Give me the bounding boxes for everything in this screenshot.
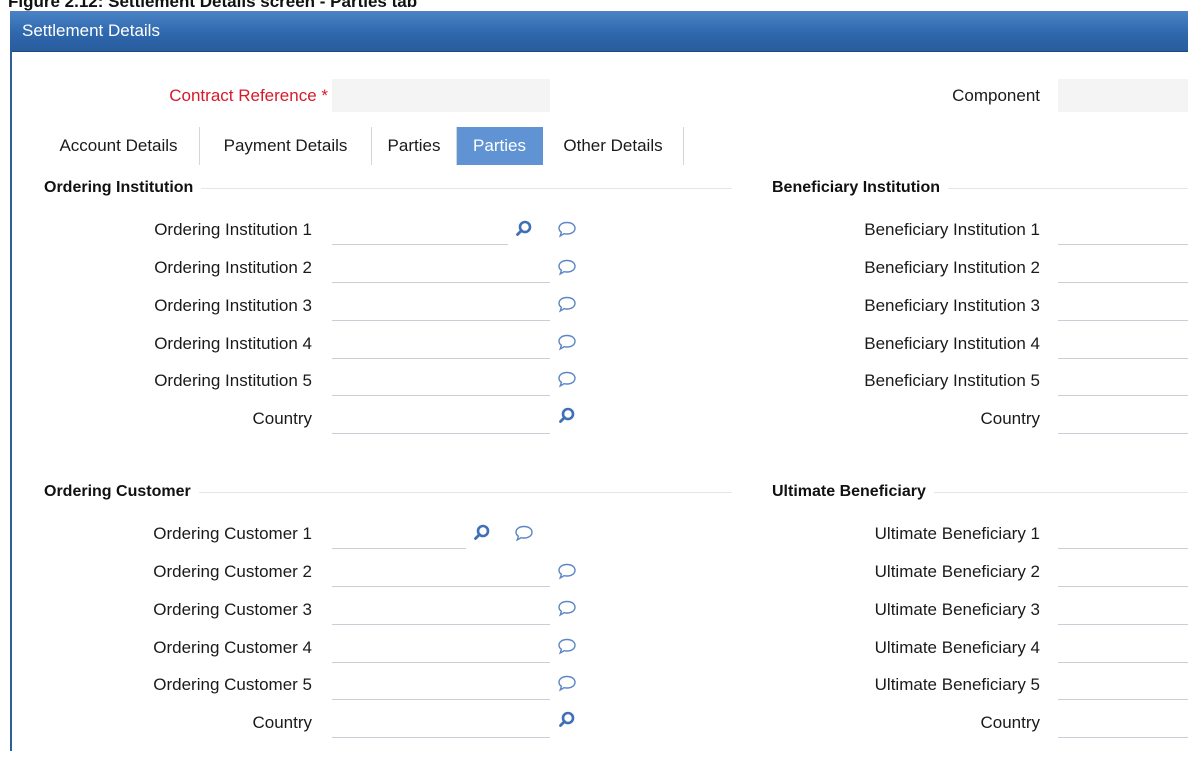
ordering-customer-4-label: Ordering Customer 4	[153, 638, 312, 657]
tab-parties-1[interactable]: Parties	[372, 127, 457, 165]
ultimate-beneficiary-country-label: Country	[980, 713, 1040, 732]
speech-bubble-icon[interactable]	[557, 332, 577, 352]
speech-bubble-icon[interactable]	[557, 257, 577, 277]
ordering-institution-4-input[interactable]	[332, 332, 550, 359]
speech-bubble-icon[interactable]	[557, 219, 577, 239]
ultimate-beneficiary-2-label: Ultimate Beneficiary 2	[874, 562, 1040, 581]
speech-bubble-icon[interactable]	[514, 523, 534, 543]
search-icon[interactable]	[472, 523, 492, 543]
contract-reference-input[interactable]	[332, 79, 550, 112]
ordering-institution-3-input[interactable]	[332, 294, 550, 321]
ordering-institution-3-label: Ordering Institution 3	[154, 296, 312, 315]
window-titlebar: Settlement Details	[10, 11, 1188, 52]
beneficiary-institution-1-input[interactable]	[1058, 218, 1188, 245]
ordering-institution-2-input[interactable]	[332, 256, 550, 283]
tab-payment-details[interactable]: Payment Details	[200, 127, 372, 165]
component-label: Component	[952, 86, 1040, 105]
beneficiary-institution-2-label: Beneficiary Institution 2	[864, 258, 1040, 277]
speech-bubble-icon[interactable]	[557, 636, 577, 656]
ordering-customer-country-label: Country	[252, 713, 312, 732]
window-left-border	[10, 51, 12, 751]
ordering-institution-2-label: Ordering Institution 2	[154, 258, 312, 277]
ordering-institution-1-label: Ordering Institution 1	[154, 220, 312, 239]
ultimate-beneficiary-1-input[interactable]	[1058, 522, 1188, 549]
ultimate-beneficiary-country-input[interactable]	[1058, 711, 1188, 738]
ultimate-beneficiary-5-input[interactable]	[1058, 673, 1188, 700]
tab-parties-2[interactable]: Parties	[457, 127, 543, 165]
beneficiary-institution-4-input[interactable]	[1058, 332, 1188, 359]
ordering-customer-2-label: Ordering Customer 2	[153, 562, 312, 581]
ultimate-beneficiary-title: Ultimate Beneficiary	[772, 483, 934, 501]
ordering-customer-5-label: Ordering Customer 5	[153, 675, 312, 694]
speech-bubble-icon[interactable]	[557, 598, 577, 618]
component-input[interactable]	[1058, 79, 1188, 112]
tab-other-details[interactable]: Other Details	[543, 127, 684, 165]
ordering-customer-country-input[interactable]	[332, 711, 550, 738]
window-title: Settlement Details	[22, 21, 160, 40]
beneficiary-institution-country-input[interactable]	[1058, 407, 1188, 434]
ordering-institution-5-label: Ordering Institution 5	[154, 371, 312, 390]
ordering-customer-3-input[interactable]	[332, 598, 550, 625]
beneficiary-institution-5-label: Beneficiary Institution 5	[864, 371, 1040, 390]
beneficiary-institution-1-label: Beneficiary Institution 1	[864, 220, 1040, 239]
beneficiary-institution-5-input[interactable]	[1058, 369, 1188, 396]
speech-bubble-icon[interactable]	[557, 561, 577, 581]
ordering-customer-1-label: Ordering Customer 1	[153, 524, 312, 543]
ultimate-beneficiary-4-label: Ultimate Beneficiary 4	[874, 638, 1040, 657]
beneficiary-institution-country-label: Country	[980, 409, 1040, 428]
speech-bubble-icon[interactable]	[557, 369, 577, 389]
ordering-customer-2-input[interactable]	[332, 560, 550, 587]
ordering-customer-5-input[interactable]	[332, 673, 550, 700]
ordering-customer-1-input[interactable]	[332, 522, 466, 549]
ultimate-beneficiary-4-input[interactable]	[1058, 636, 1188, 663]
beneficiary-institution-4-label: Beneficiary Institution 4	[864, 334, 1040, 353]
speech-bubble-icon[interactable]	[557, 294, 577, 314]
ordering-institution-1-input[interactable]	[332, 218, 508, 245]
search-icon[interactable]	[514, 219, 534, 239]
ultimate-beneficiary-1-label: Ultimate Beneficiary 1	[874, 524, 1040, 543]
ordering-customer-title: Ordering Customer	[44, 483, 199, 501]
ordering-institution-country-input[interactable]	[332, 407, 550, 434]
tab-account-details[interactable]: Account Details	[38, 127, 200, 165]
ultimate-beneficiary-3-label: Ultimate Beneficiary 3	[874, 600, 1040, 619]
beneficiary-institution-3-input[interactable]	[1058, 294, 1188, 321]
ordering-institution-title: Ordering Institution	[44, 179, 202, 197]
ultimate-beneficiary-5-label: Ultimate Beneficiary 5	[874, 675, 1040, 694]
ultimate-beneficiary-3-input[interactable]	[1058, 598, 1188, 625]
search-icon[interactable]	[557, 406, 577, 426]
ordering-customer-4-input[interactable]	[332, 636, 550, 663]
ordering-institution-5-input[interactable]	[332, 369, 550, 396]
beneficiary-institution-3-label: Beneficiary Institution 3	[864, 296, 1040, 315]
ordering-institution-4-label: Ordering Institution 4	[154, 334, 312, 353]
ultimate-beneficiary-2-input[interactable]	[1058, 560, 1188, 587]
ordering-customer-3-label: Ordering Customer 3	[153, 600, 312, 619]
contract-reference-label: Contract Reference *	[169, 86, 328, 105]
speech-bubble-icon[interactable]	[557, 673, 577, 693]
search-icon[interactable]	[557, 710, 577, 730]
beneficiary-institution-2-input[interactable]	[1058, 256, 1188, 283]
ordering-institution-country-label: Country	[252, 409, 312, 428]
beneficiary-institution-title: Beneficiary Institution	[772, 179, 949, 197]
